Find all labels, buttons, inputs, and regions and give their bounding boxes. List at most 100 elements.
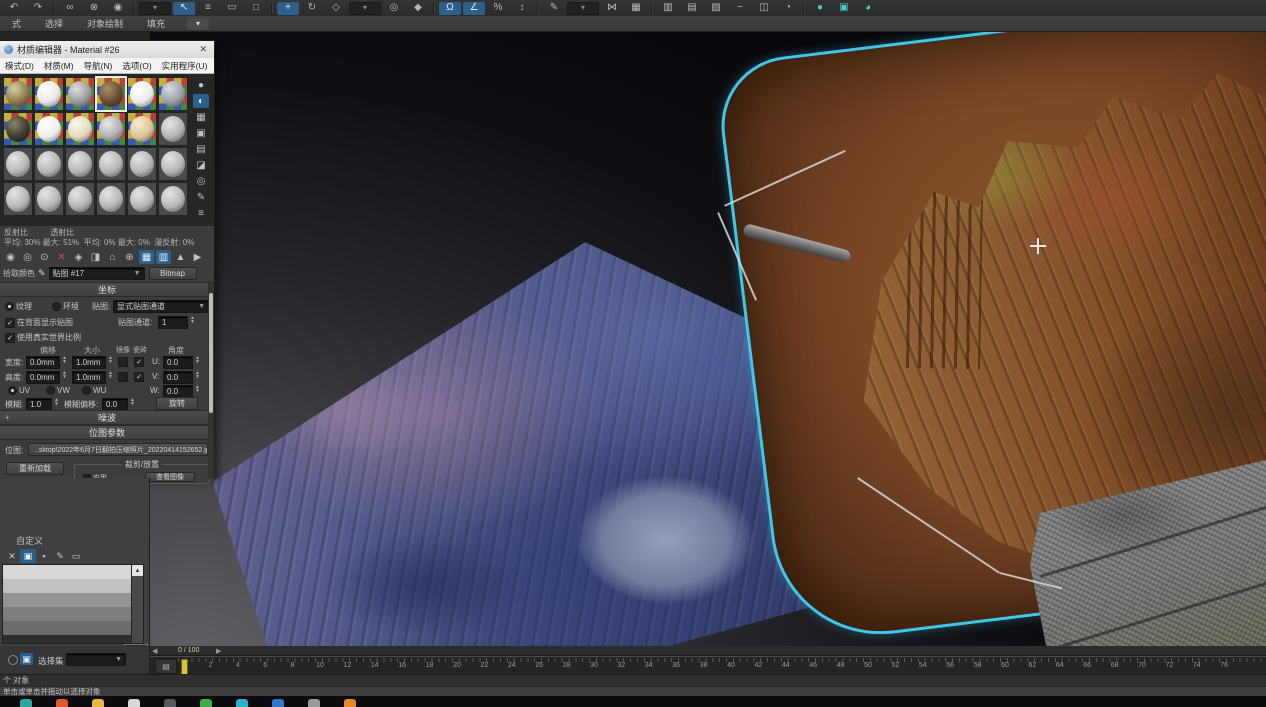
listbox-scrollbar[interactable]: ▲ bbox=[131, 565, 143, 643]
sample-slot-20[interactable] bbox=[34, 182, 64, 216]
selection-set-dropdown[interactable]: ▼ bbox=[66, 653, 126, 666]
sample-slot-9[interactable] bbox=[65, 112, 95, 146]
height-size-field[interactable]: 1.0mm bbox=[72, 371, 106, 384]
close-icon[interactable]: ✕ bbox=[196, 44, 210, 55]
scene-explorer-icon[interactable]: ▥ bbox=[657, 2, 679, 15]
spinner[interactable]: ▲▼ bbox=[62, 356, 67, 364]
go-to-parent-icon[interactable]: ▲ bbox=[173, 250, 188, 264]
sample-slot-23[interactable] bbox=[127, 182, 157, 216]
move-gizmo-icon[interactable] bbox=[1030, 238, 1046, 254]
bitmap-path-button[interactable]: ..sktop\2022年6月7日翻拍压缩照片_20220414152652.j… bbox=[28, 443, 208, 456]
bitmap-params-rollout-header[interactable]: 位图参数 bbox=[0, 425, 214, 440]
list-item[interactable] bbox=[3, 621, 143, 635]
assign-material-to-selection-icon[interactable]: ⊙ bbox=[37, 250, 52, 264]
backlight-icon[interactable]: ◐ bbox=[193, 94, 209, 108]
sample-slot-8[interactable] bbox=[34, 112, 64, 146]
document-icon[interactable]: ▣ bbox=[20, 549, 36, 563]
rect-region-icon[interactable]: ▭ bbox=[221, 2, 243, 15]
material-editor-icon[interactable]: ◔ bbox=[777, 2, 799, 15]
taskbar-app-white[interactable] bbox=[128, 699, 140, 707]
scroll-up-icon[interactable]: ▲ bbox=[132, 565, 143, 576]
reload-button[interactable]: 重新加载 bbox=[6, 462, 64, 475]
viewport[interactable] bbox=[150, 32, 1266, 646]
video-color-check-icon[interactable]: ▤ bbox=[193, 142, 209, 156]
sample-uv-tiling-icon[interactable]: ▣ bbox=[193, 126, 209, 140]
percent-snap-icon[interactable]: % bbox=[487, 2, 509, 15]
scale-icon[interactable]: ◇ bbox=[325, 2, 347, 15]
get-material-icon[interactable]: ◉ bbox=[3, 250, 18, 264]
mapping-dropdown[interactable]: 显式贴图通道▼ bbox=[113, 300, 209, 313]
put-material-to-scene-icon[interactable]: ◎ bbox=[20, 250, 35, 264]
environ-radio[interactable]: 环境 bbox=[52, 301, 79, 312]
taskbar-app-blue[interactable] bbox=[272, 699, 284, 707]
sample-slot-13[interactable] bbox=[3, 147, 33, 181]
time-slider-handle[interactable] bbox=[181, 659, 188, 674]
render-icon[interactable]: ◕ bbox=[857, 2, 879, 15]
rollout-scrollbar[interactable] bbox=[208, 283, 214, 479]
height-offset-field[interactable]: 0.0mm bbox=[26, 371, 60, 384]
sample-slot-22[interactable] bbox=[96, 182, 126, 216]
lock-icon[interactable]: ▪ bbox=[36, 549, 52, 563]
make-material-copy-icon[interactable]: ◈ bbox=[71, 250, 86, 264]
paint-options-dropdown[interactable]: ▾ bbox=[187, 18, 209, 30]
rotate-button[interactable]: 旋转 bbox=[156, 397, 198, 410]
sample-slot-24[interactable] bbox=[158, 182, 188, 216]
uv-radio[interactable]: UV bbox=[8, 386, 30, 395]
mat-menu-5[interactable]: 实用程序(U) bbox=[157, 60, 213, 72]
prev-frame-icon[interactable]: ◀ bbox=[152, 647, 157, 655]
material-options-icon[interactable]: ◎ bbox=[193, 174, 209, 188]
cube-icon[interactable]: ▣ bbox=[20, 653, 33, 665]
spinner[interactable]: ▲▼ bbox=[195, 356, 200, 364]
unlink-icon[interactable]: ⊗ bbox=[83, 2, 105, 15]
ribbon-toggle-icon[interactable]: ▧ bbox=[705, 2, 727, 15]
crossing-selection-icon[interactable]: □ bbox=[245, 2, 267, 15]
sample-slot-19[interactable] bbox=[3, 182, 33, 216]
curve-editor-icon[interactable]: ~ bbox=[729, 2, 751, 15]
sample-slot-18[interactable] bbox=[158, 147, 188, 181]
mat-menu-3[interactable]: 导航(N) bbox=[79, 60, 118, 72]
sample-slot-3[interactable] bbox=[65, 77, 95, 111]
select-by-name-icon[interactable]: ≡ bbox=[197, 2, 219, 15]
redo-icon[interactable]: ↷ bbox=[27, 2, 49, 15]
pen-icon[interactable]: ✎ bbox=[52, 549, 68, 563]
ribbon-tab-4[interactable]: 填充 bbox=[135, 17, 177, 30]
texture-radio[interactable]: 纹理 bbox=[5, 301, 32, 312]
align-icon[interactable]: ▦ bbox=[625, 2, 647, 15]
sample-slot-21[interactable] bbox=[65, 182, 95, 216]
taskbar-app-gray[interactable] bbox=[308, 699, 320, 707]
make-unique-icon[interactable]: ◨ bbox=[88, 250, 103, 264]
render-setup-icon[interactable]: ● bbox=[809, 2, 831, 15]
sample-slot-16[interactable] bbox=[96, 147, 126, 181]
select-object-icon[interactable]: ↖ bbox=[173, 2, 195, 15]
eyedropper-icon[interactable]: ✎ bbox=[38, 268, 46, 279]
width-offset-field[interactable]: 0.0mm bbox=[26, 356, 60, 369]
taskbar-app-teal[interactable] bbox=[20, 699, 32, 707]
taskbar-folder[interactable] bbox=[92, 699, 104, 707]
sample-type-sphere-icon[interactable]: ● bbox=[193, 78, 209, 92]
mirror-v-checkbox[interactable] bbox=[118, 372, 130, 382]
sample-slot-5[interactable] bbox=[127, 77, 157, 111]
sample-slot-6[interactable] bbox=[158, 77, 188, 111]
mirror-u-checkbox[interactable] bbox=[118, 357, 130, 367]
show-map-in-viewport-icon[interactable]: ▦ bbox=[139, 250, 154, 264]
mat-menu-1[interactable]: 模式(D) bbox=[0, 60, 39, 72]
sample-slot-1[interactable] bbox=[3, 77, 33, 111]
mat-menu-2[interactable]: 材质(M) bbox=[39, 60, 79, 72]
wu-radio[interactable]: WU bbox=[82, 386, 106, 395]
folder-icon[interactable]: ▭ bbox=[68, 549, 84, 563]
material-id-channel-icon[interactable]: ⊕ bbox=[122, 250, 137, 264]
time-slider-row[interactable]: ◀ 0 / 100 ▶ bbox=[150, 646, 1266, 656]
width-size-field[interactable]: 1.0mm bbox=[72, 356, 106, 369]
vw-radio[interactable]: VW bbox=[46, 386, 70, 395]
taskbar-app-dark[interactable] bbox=[164, 699, 176, 707]
angle-snap-icon[interactable]: ∠ bbox=[463, 2, 485, 15]
rotate-icon[interactable]: ↻ bbox=[301, 2, 323, 15]
sample-slot-14[interactable] bbox=[34, 147, 64, 181]
bind-spacewarp-icon[interactable]: ◉ bbox=[107, 2, 129, 15]
u-angle-field[interactable]: 0.0 bbox=[163, 356, 193, 369]
put-to-library-icon[interactable]: ⌂ bbox=[105, 250, 120, 264]
spinner[interactable]: ▲▼ bbox=[108, 356, 113, 364]
close-icon[interactable]: ✕ bbox=[4, 549, 20, 563]
spinner[interactable]: ▲▼ bbox=[54, 398, 59, 406]
undo-icon[interactable]: ↶ bbox=[3, 2, 25, 15]
